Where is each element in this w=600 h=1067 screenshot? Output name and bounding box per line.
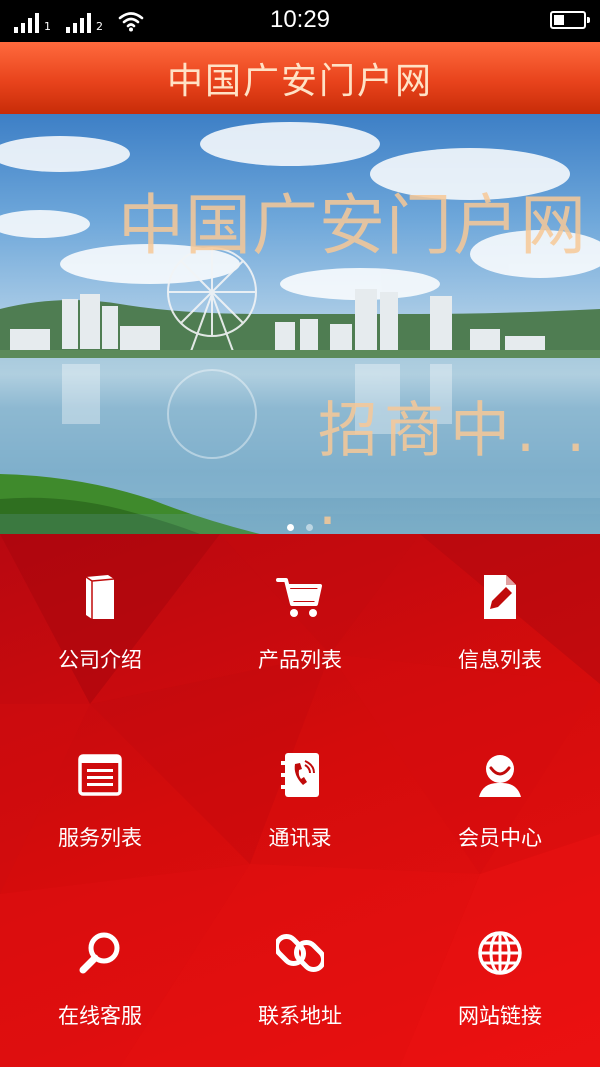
menu-item-label: 会员中心 <box>458 826 542 850</box>
app-header: 中国广安门户网 <box>0 42 600 114</box>
carousel-indicator <box>0 516 600 534</box>
edit-document-icon <box>484 575 516 619</box>
battery-level <box>554 15 564 25</box>
banner-subtitle: 招商中. . . <box>318 396 592 534</box>
banner-title: 中国广安门户网 <box>118 187 587 264</box>
menu-item-company-intro[interactable]: 公司介绍 <box>0 534 200 712</box>
menu-item-label: 在线客服 <box>58 1004 142 1028</box>
book-icon <box>85 575 115 619</box>
menu-item-contacts[interactable]: 通讯录 <box>200 712 400 890</box>
carousel-dot[interactable] <box>305 524 313 531</box>
menu-item-label: 服务列表 <box>58 826 142 850</box>
list-icon <box>78 754 122 796</box>
menu-item-website-links[interactable]: 网站链接 <box>400 890 600 1067</box>
status-bar: 1 2 10:29 <box>0 0 600 42</box>
menu-item-contact-address[interactable]: 联系地址 <box>200 890 400 1067</box>
cart-icon <box>276 578 322 617</box>
app-screen: 1 2 10:29 中国广安门户网 中国广安门户网 招商中. . . 公司介绍 … <box>0 0 600 1067</box>
address-book-icon <box>281 753 319 797</box>
banner-carousel[interactable]: 中国广安门户网 招商中. . . <box>0 114 600 534</box>
clock: 10:29 <box>269 6 331 33</box>
menu-item-product-list[interactable]: 产品列表 <box>200 534 400 712</box>
menu-item-label: 信息列表 <box>458 648 542 672</box>
menu-item-label: 网站链接 <box>458 1004 542 1028</box>
menu-item-info-list[interactable]: 信息列表 <box>400 534 600 712</box>
menu-item-label: 产品列表 <box>258 648 342 672</box>
menu-item-label: 公司介绍 <box>58 648 142 672</box>
menu-item-label: 联系地址 <box>258 1004 342 1028</box>
search-icon <box>79 932 120 974</box>
menu-item-online-support[interactable]: 在线客服 <box>0 890 200 1067</box>
menu-item-member-center[interactable]: 会员中心 <box>400 712 600 890</box>
page-title: 中国广安门户网 <box>166 61 433 102</box>
link-icon <box>276 933 324 973</box>
menu-item-service-list[interactable]: 服务列表 <box>0 712 200 890</box>
globe-icon <box>478 931 522 975</box>
battery-icon <box>550 11 590 29</box>
user-icon <box>479 755 521 797</box>
menu-item-label: 通讯录 <box>268 826 332 850</box>
main-menu: 公司介绍 产品列表 信息列表 服务列表 通讯录 会员中心 在线客服 联系地址 网… <box>0 534 600 1067</box>
carousel-dot[interactable] <box>287 524 295 531</box>
